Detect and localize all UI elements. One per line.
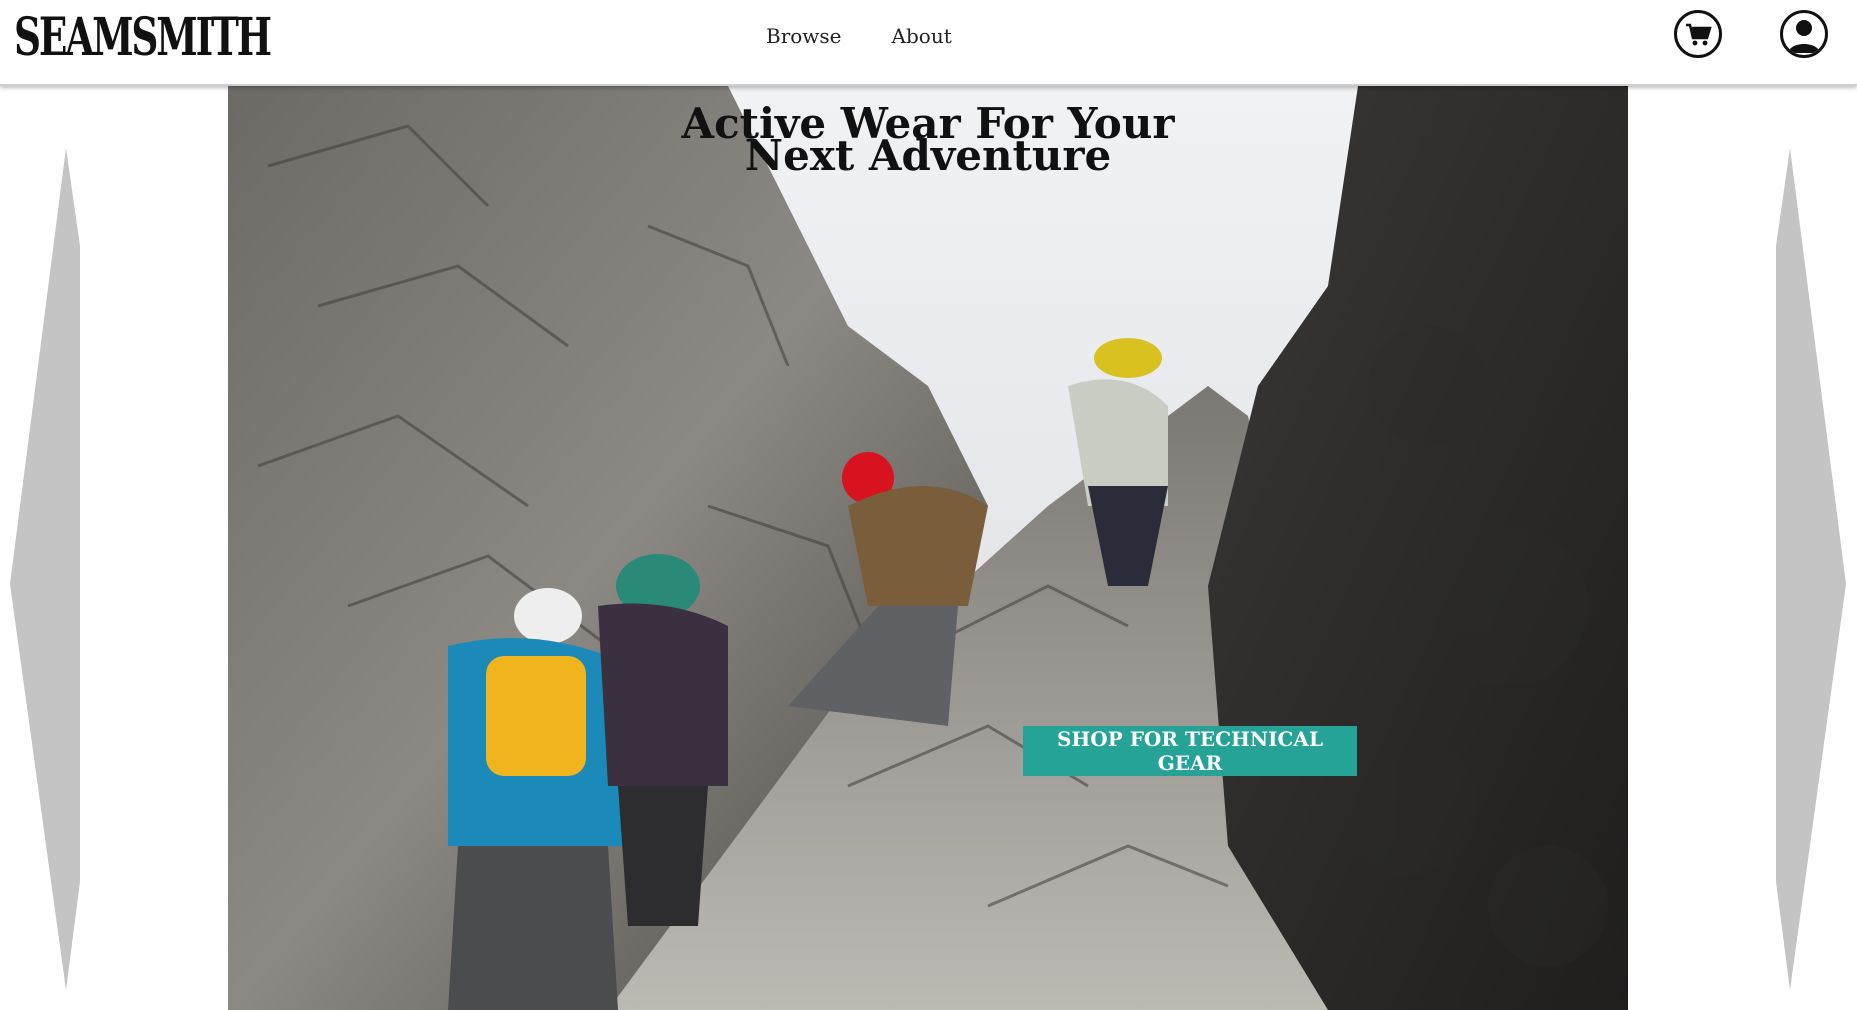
hero-title: Active Wear For Your Next Adventure [228,103,1628,180]
shop-technical-gear-button[interactable]: SHOP FOR TECHNICAL GEAR [1023,726,1357,776]
nav-browse[interactable]: Browse [766,24,842,48]
nav-about[interactable]: About [892,24,952,48]
site-header: SEAMSMITH Browse About [0,0,1857,86]
hero-banner: Active Wear For Your Next Adventure SHOP… [228,86,1628,1010]
carousel-prev-arrow[interactable] [6,146,82,992]
main-nav: Browse About [766,24,952,48]
hero-image [228,86,1628,1010]
user-account-icon [1788,20,1820,53]
hero-title-line2: Next Adventure [744,131,1112,180]
cart-button[interactable] [1674,10,1722,58]
account-button[interactable] [1780,10,1828,58]
brand-logo[interactable]: SEAMSMITH [14,8,272,68]
carousel-next-arrow[interactable] [1774,146,1850,992]
shopping-cart-icon [1686,23,1712,46]
